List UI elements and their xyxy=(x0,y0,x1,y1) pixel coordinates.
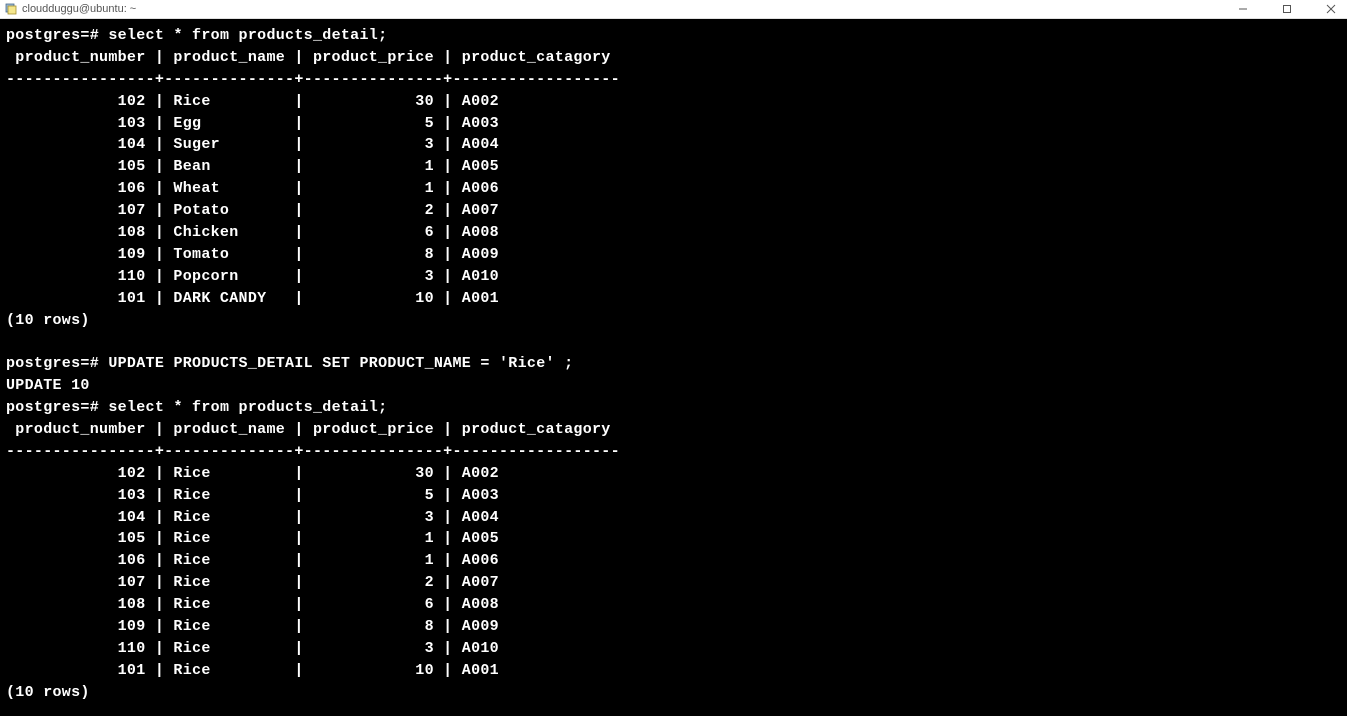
result-header: product_number | product_name | product_… xyxy=(6,49,611,66)
update-result: UPDATE 10 xyxy=(6,377,90,394)
result-rows-2: 102 | Rice | 30 | A002 103 | Rice | 5 | … xyxy=(6,465,499,679)
terminal-output[interactable]: postgres=# select * from products_detail… xyxy=(0,19,1347,716)
putty-icon xyxy=(4,2,18,16)
titlebar-controls xyxy=(1231,1,1343,17)
result-divider: ----------------+--------------+--------… xyxy=(6,71,620,88)
sql-prompt: postgres=# UPDATE PRODUCTS_DETAIL SET PR… xyxy=(6,355,573,372)
row-count: (10 rows) xyxy=(6,684,90,701)
maximize-button[interactable] xyxy=(1275,1,1299,17)
titlebar-left: cloudduggu@ubuntu: ~ xyxy=(4,2,136,16)
result-rows-1: 102 | Rice | 30 | A002 103 | Egg | 5 | A… xyxy=(6,93,499,307)
result-header: product_number | product_name | product_… xyxy=(6,421,611,438)
minimize-button[interactable] xyxy=(1231,1,1255,17)
window-titlebar: cloudduggu@ubuntu: ~ xyxy=(0,0,1347,19)
sql-prompt: postgres=# select * from products_detail… xyxy=(6,399,387,416)
close-button[interactable] xyxy=(1319,1,1343,17)
row-count: (10 rows) xyxy=(6,312,90,329)
sql-prompt: postgres=# select * from products_detail… xyxy=(6,27,387,44)
window-title: cloudduggu@ubuntu: ~ xyxy=(22,3,136,15)
result-divider: ----------------+--------------+--------… xyxy=(6,443,620,460)
